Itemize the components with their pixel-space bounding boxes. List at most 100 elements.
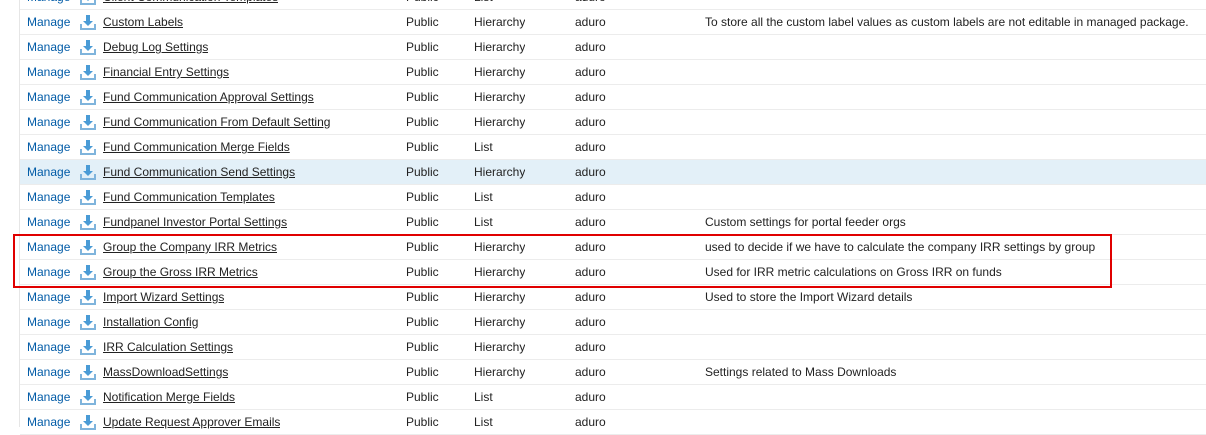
table-row: Manage Custom Labels Public Hierarchy ad… (20, 10, 1206, 35)
setting-name-link[interactable]: Debug Log Settings (103, 35, 208, 59)
table-row: Manage Import Wizard Settings Public Hie… (20, 285, 1206, 310)
manage-link[interactable]: Manage (27, 85, 70, 109)
visibility-cell: Public (406, 290, 439, 304)
manage-link[interactable]: Manage (27, 285, 70, 309)
setting-type-cell: Hierarchy (474, 165, 526, 179)
namespace-cell: aduro (575, 90, 606, 104)
namespace-cell: aduro (575, 0, 606, 9)
setting-type-cell: List (474, 140, 493, 154)
description-cell: Used to store the Import Wizard details (705, 290, 913, 304)
namespace-cell: aduro (575, 215, 606, 229)
setting-type-cell: List (474, 215, 493, 229)
manage-link[interactable]: Manage (27, 10, 70, 34)
download-icon[interactable] (80, 414, 96, 430)
download-icon[interactable] (80, 89, 96, 105)
manage-link[interactable]: Manage (27, 135, 70, 159)
manage-link[interactable]: Manage (27, 0, 70, 9)
setting-name-link[interactable]: Fund Communication Send Settings (103, 160, 295, 184)
manage-link[interactable]: Manage (27, 385, 70, 409)
description-cell (705, 0, 1205, 9)
table-row: Manage Notification Merge Fields Public … (20, 385, 1206, 410)
manage-link[interactable]: Manage (27, 310, 70, 334)
namespace-cell: aduro (575, 15, 606, 29)
setting-name-link[interactable]: Fund Communication Templates (103, 185, 275, 209)
setting-name-link[interactable]: Client Communication Templates (103, 0, 278, 9)
download-icon[interactable] (80, 314, 96, 330)
table-row: Manage Update Request Approver Emails Pu… (20, 410, 1206, 435)
setting-name-link[interactable]: Group the Gross IRR Metrics (103, 260, 258, 284)
setting-name-link[interactable]: Fund Communication From Default Setting (103, 110, 330, 134)
setting-type-cell: List (474, 0, 493, 9)
setting-name-link[interactable]: Installation Config (103, 310, 198, 334)
setting-type-cell: Hierarchy (474, 365, 526, 379)
manage-link[interactable]: Manage (27, 335, 70, 359)
setting-type-cell: Hierarchy (474, 315, 526, 329)
table-row: Manage Group the Company IRR Metrics Pub… (20, 235, 1206, 260)
setting-type-cell: List (474, 390, 493, 404)
description-cell (705, 310, 1205, 334)
download-icon[interactable] (80, 364, 96, 380)
download-icon[interactable] (80, 389, 96, 405)
download-icon[interactable] (80, 264, 96, 280)
manage-link[interactable]: Manage (27, 360, 70, 384)
download-icon[interactable] (80, 339, 96, 355)
download-icon[interactable] (80, 289, 96, 305)
table-row: Manage Fund Communication Approval Setti… (20, 85, 1206, 110)
setting-name-link[interactable]: IRR Calculation Settings (103, 335, 233, 359)
manage-link[interactable]: Manage (27, 235, 70, 259)
table-row: Manage IRR Calculation Settings Public H… (20, 335, 1206, 360)
download-icon[interactable] (80, 14, 96, 30)
table-row: Manage Debug Log Settings Public Hierarc… (20, 35, 1206, 60)
description-cell (705, 185, 1205, 209)
namespace-cell: aduro (575, 240, 606, 254)
setting-name-link[interactable]: Fund Communication Approval Settings (103, 85, 314, 109)
table-row: Manage Client Communication Templates Pu… (20, 0, 1206, 10)
manage-link[interactable]: Manage (27, 35, 70, 59)
setting-type-cell: Hierarchy (474, 340, 526, 354)
table-row: Manage Fund Communication Send Settings … (20, 160, 1206, 185)
description-cell (705, 135, 1205, 159)
manage-link[interactable]: Manage (27, 410, 70, 434)
table-row: Manage Group the Gross IRR Metrics Publi… (20, 260, 1206, 285)
download-icon[interactable] (80, 189, 96, 205)
namespace-cell: aduro (575, 165, 606, 179)
manage-link[interactable]: Manage (27, 260, 70, 284)
download-icon[interactable] (80, 239, 96, 255)
download-icon[interactable] (80, 214, 96, 230)
manage-link[interactable]: Manage (27, 210, 70, 234)
download-icon[interactable] (80, 114, 96, 130)
manage-link[interactable]: Manage (27, 160, 70, 184)
manage-link[interactable]: Manage (27, 110, 70, 134)
manage-link[interactable]: Manage (27, 60, 70, 84)
manage-link[interactable]: Manage (27, 185, 70, 209)
visibility-cell: Public (406, 40, 439, 54)
download-icon[interactable] (80, 39, 96, 55)
table-row: Manage Fund Communication Templates Publ… (20, 185, 1206, 210)
download-icon[interactable] (80, 0, 96, 5)
setting-name-link[interactable]: Group the Company IRR Metrics (103, 235, 277, 259)
setting-type-cell: Hierarchy (474, 40, 526, 54)
visibility-cell: Public (406, 415, 439, 429)
visibility-cell: Public (406, 65, 439, 79)
setting-name-link[interactable]: MassDownloadSettings (103, 360, 228, 384)
download-icon[interactable] (80, 64, 96, 80)
setting-name-link[interactable]: Financial Entry Settings (103, 60, 229, 84)
download-icon[interactable] (80, 164, 96, 180)
download-icon[interactable] (80, 139, 96, 155)
setting-type-cell: List (474, 415, 493, 429)
setting-type-cell: Hierarchy (474, 290, 526, 304)
setting-name-link[interactable]: Fund Communication Merge Fields (103, 135, 290, 159)
setting-name-link[interactable]: Update Request Approver Emails (103, 410, 280, 434)
visibility-cell: Public (406, 0, 439, 9)
description-cell: Used for IRR metric calculations on Gros… (705, 265, 1002, 279)
namespace-cell: aduro (575, 115, 606, 129)
description-cell (705, 160, 1205, 184)
visibility-cell: Public (406, 15, 439, 29)
setting-name-link[interactable]: Custom Labels (103, 10, 183, 34)
setting-name-link[interactable]: Notification Merge Fields (103, 385, 235, 409)
setting-name-link[interactable]: Import Wizard Settings (103, 285, 224, 309)
namespace-cell: aduro (575, 190, 606, 204)
setting-name-link[interactable]: Fundpanel Investor Portal Settings (103, 210, 287, 234)
table-row: Manage Fundpanel Investor Portal Setting… (20, 210, 1206, 235)
setting-type-cell: Hierarchy (474, 115, 526, 129)
